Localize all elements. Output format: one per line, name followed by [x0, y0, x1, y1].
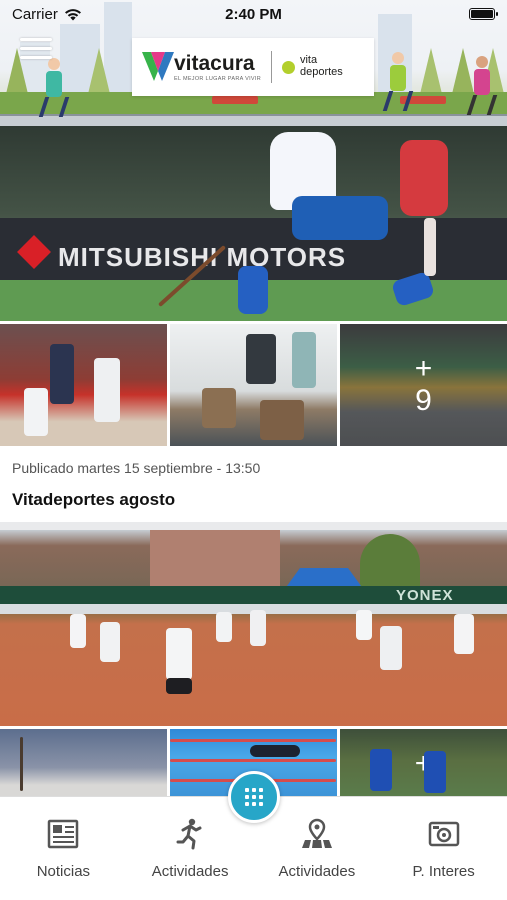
tab-actividades-mapa-label: Actividades — [278, 863, 356, 880]
player-figure — [400, 140, 448, 216]
tab-noticias[interactable]: Noticias — [0, 797, 127, 900]
status-bar: Carrier 2:40 PM — [0, 0, 507, 28]
news-feed[interactable]: MITSUBISHI MOTORS + 9 Publicado martes 1… — [0, 126, 507, 807]
photo-thumbnail[interactable] — [0, 324, 167, 446]
battery-icon — [469, 8, 498, 20]
carrier: Carrier — [12, 6, 82, 23]
news-card[interactable]: YONEX + — [0, 530, 507, 799]
photo-thumbnails: + 9 — [0, 324, 507, 446]
more-photos-overlay[interactable]: + 9 — [340, 324, 507, 446]
post-title[interactable]: Vitadeportes agosto — [12, 490, 495, 510]
grid-menu-button[interactable] — [228, 771, 280, 823]
player-figure — [292, 196, 388, 240]
post-date: Publicado martes 15 septiembre - 13:50 — [12, 460, 261, 476]
runner-illustration — [382, 52, 414, 111]
tab-p-interes[interactable]: P. Interes — [380, 797, 507, 900]
wifi-icon — [64, 8, 81, 20]
grid-icon — [245, 788, 263, 806]
camera-icon — [428, 821, 459, 847]
post-hero-image[interactable]: YONEX — [0, 530, 507, 726]
tab-actividades-label: Actividades — [151, 863, 229, 880]
running-person-icon — [176, 818, 202, 850]
logo-brand: vitacura — [174, 51, 255, 75]
news-card[interactable]: MITSUBISHI MOTORS + 9 Publicado martes 1… — [0, 126, 507, 522]
vitadeportes-logo: vita deportes — [299, 54, 343, 78]
tab-p-interes-label: P. Interes — [412, 863, 475, 880]
building — [150, 530, 280, 592]
more-photos-count: 9 — [415, 383, 432, 417]
more-photos-plus: + — [414, 351, 433, 385]
bottom-tab-bar: Noticias Actividades Actividades P. Inte… — [0, 771, 507, 900]
vitacura-v-logo — [142, 52, 174, 81]
photo-thumbnail[interactable] — [0, 729, 167, 799]
photo-thumbnail[interactable]: + — [340, 729, 507, 799]
photo-thumbnail[interactable] — [170, 324, 337, 446]
vitacura-logo: vitacura EL MEJOR LUGAR PARA VIVIR vita … — [132, 38, 374, 96]
vitadeportes-mark — [281, 60, 295, 74]
map-pin-icon — [301, 818, 332, 848]
carrier-name: Carrier — [12, 5, 58, 23]
runner-illustration — [466, 56, 498, 115]
photo-thumbnail[interactable]: + 9 — [340, 324, 507, 446]
post-hero-image[interactable]: MITSUBISHI MOTORS — [0, 126, 507, 321]
logo-tagline: EL MEJOR LUGAR PARA VIVIR — [174, 75, 261, 82]
newspaper-icon — [48, 819, 79, 849]
tab-noticias-label: Noticias — [36, 863, 91, 880]
sponsor-banner-text: YONEX — [396, 587, 454, 604]
runner-illustration — [38, 58, 70, 117]
menu-button[interactable] — [20, 38, 52, 62]
